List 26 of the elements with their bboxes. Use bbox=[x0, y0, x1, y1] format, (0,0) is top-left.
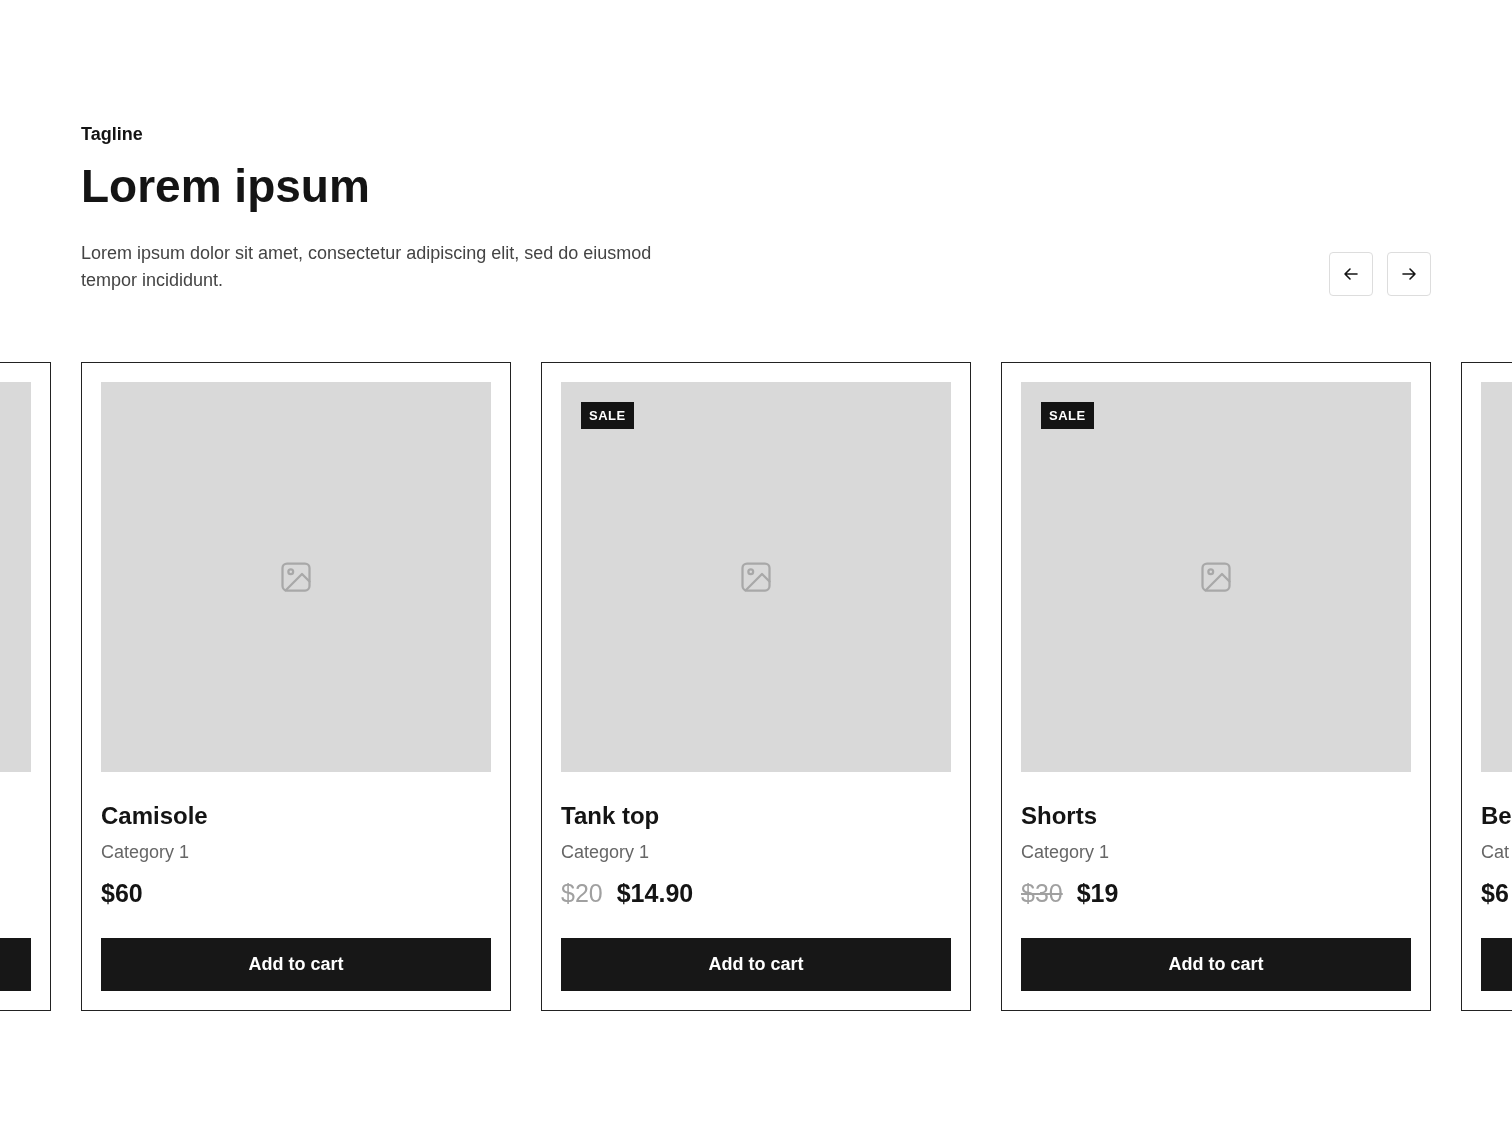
previous-button[interactable] bbox=[1329, 252, 1373, 297]
product-category: Category 1 bbox=[1021, 842, 1111, 864]
tagline: Tagline bbox=[81, 124, 143, 145]
arrow-left-icon bbox=[1343, 266, 1359, 283]
product-category: Category 1 bbox=[561, 842, 651, 864]
product-category: Category 1 bbox=[101, 842, 191, 864]
product-name: Be bbox=[1481, 802, 1512, 831]
sale-badge: SALE bbox=[1041, 402, 1094, 430]
section-description: Lorem ipsum dolor sit amet, consectetur adipiscing elit, sed do eiusmod tempor incididunt. bbox=[81, 242, 653, 293]
original-price: $20 bbox=[561, 879, 603, 909]
original-price: $30 bbox=[1021, 879, 1063, 909]
product-name: Tank top bbox=[561, 802, 661, 831]
product-name: Camisole bbox=[101, 802, 209, 831]
product-price: $60 bbox=[101, 879, 143, 909]
section-title: Lorem ipsum bbox=[81, 159, 370, 214]
add-to-cart-button[interactable]: Add to cart bbox=[1021, 938, 1411, 992]
add-to-cart-button[interactable]: Add to cart bbox=[561, 938, 951, 992]
product-name: Shorts bbox=[1021, 802, 1098, 831]
sale-badge: SALE bbox=[581, 402, 634, 430]
product-price: $19 bbox=[1076, 879, 1119, 909]
add-to-cart-button[interactable]: Add to cart bbox=[101, 938, 491, 992]
product-price: $14.90 bbox=[616, 879, 694, 909]
product-price: $6 bbox=[1481, 879, 1509, 909]
arrow-right-icon bbox=[1401, 266, 1417, 283]
next-button[interactable] bbox=[1387, 252, 1431, 297]
product-category: Cat bbox=[1481, 842, 1510, 864]
